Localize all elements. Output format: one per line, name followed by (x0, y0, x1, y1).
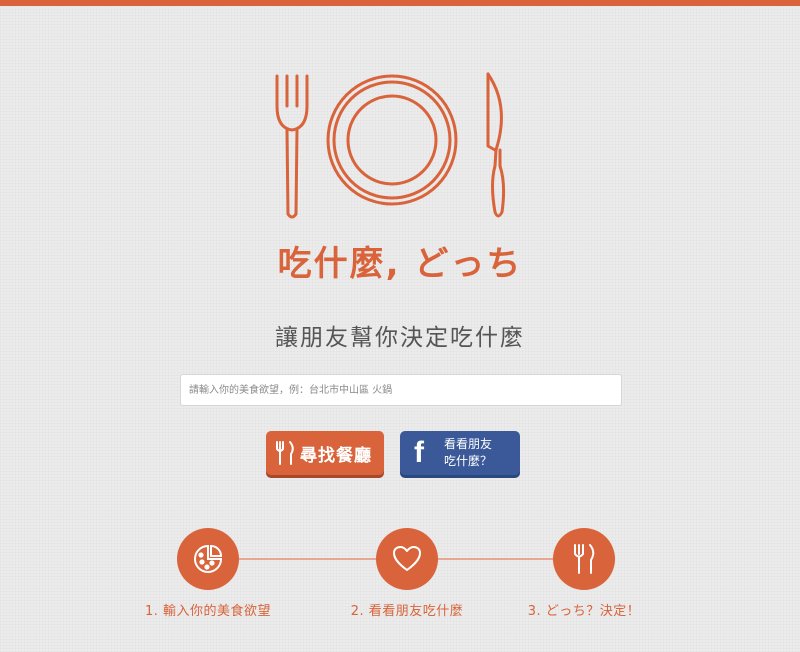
step-3-circle (553, 528, 615, 590)
fork-knife-icon (276, 441, 294, 465)
pizza-icon (194, 544, 223, 573)
brand-title: 吃什麼, どっち (277, 244, 523, 284)
fork-icon (275, 74, 309, 219)
facebook-friends-button[interactable]: f 看看朋友 吃什麼？ (400, 431, 520, 475)
fork-knife-icon (574, 544, 595, 574)
facebook-label-line2: 吃什麼？ (444, 454, 493, 468)
plate-icon (326, 74, 458, 206)
step-1-label: 1. 輸入你的美食欲望 (144, 604, 272, 619)
facebook-label-line1: 看看朋友 (444, 437, 493, 451)
top-accent-bar (0, 0, 800, 6)
knife-icon (486, 72, 506, 218)
find-restaurants-label: 尋找餐廳 (300, 445, 372, 466)
find-restaurants-button[interactable]: 尋找餐廳 (266, 431, 384, 475)
facebook-button-text: 看看朋友 吃什麼？ (444, 436, 492, 470)
heart-icon (393, 546, 421, 571)
fork-plate-knife-icon (275, 72, 506, 219)
step-2-label: 2. 看看朋友吃什麼 (350, 604, 464, 619)
step-3-label: 3. どっち？決定！ (527, 604, 641, 619)
step-2-circle (376, 528, 438, 590)
facebook-icon: f (414, 436, 424, 469)
search-input[interactable] (180, 374, 622, 406)
step-1-circle (177, 528, 239, 590)
tagline: 讓朋友幫你決定吃什麼 (275, 325, 525, 351)
